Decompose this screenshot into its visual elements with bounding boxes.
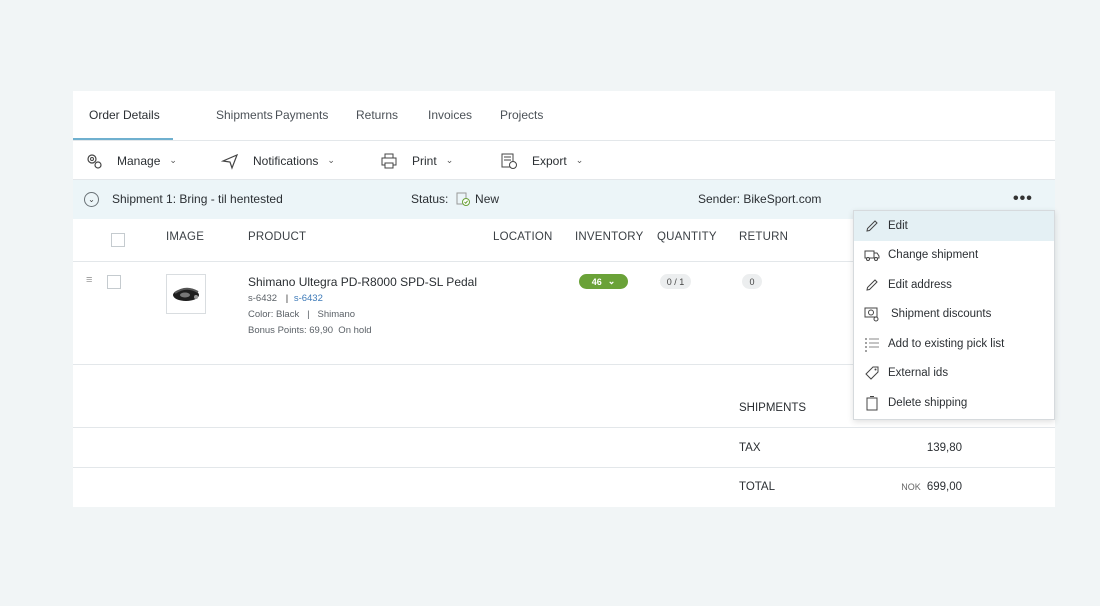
column-product: PRODUCT <box>248 231 307 243</box>
column-location: LOCATION <box>493 231 553 243</box>
currency-label: NOK <box>901 482 921 492</box>
collapse-toggle-icon[interactable]: ⌄ <box>84 192 99 207</box>
export-button[interactable]: Export ⌄ <box>500 141 583 180</box>
chevron-down-icon: ⌄ <box>575 155 584 165</box>
product-image <box>166 274 206 314</box>
summary-tax-row: TAX 139,80 <box>73 428 1055 468</box>
chevron-down-icon: ⌄ <box>607 276 616 286</box>
tab-bar: Order Details Shipments Payments Returns… <box>73 91 1055 141</box>
tab-shipments[interactable]: Shipments <box>216 108 273 122</box>
trash-icon <box>866 396 878 411</box>
menu-item-label: Delete shipping <box>888 397 968 409</box>
more-options-icon[interactable]: ••• <box>1013 190 1033 208</box>
manage-label: Manage <box>117 153 161 168</box>
printer-icon <box>381 153 397 168</box>
tag-icon <box>865 366 879 380</box>
shipment-title: Shipment 1: Bring - til hentested <box>112 192 283 206</box>
shipment-sender: Sender: BikeSport.com <box>698 192 822 206</box>
tab-projects[interactable]: Projects <box>500 108 543 122</box>
menu-item-delete-shipping[interactable]: Delete shipping <box>854 388 1054 418</box>
inventory-badge[interactable]: 46 ⌄ <box>579 274 628 289</box>
tab-invoices[interactable]: Invoices <box>428 108 472 122</box>
menu-item-shipment-discounts[interactable]: Shipment discounts <box>854 299 1054 329</box>
chevron-down-icon: ⌄ <box>445 155 454 165</box>
product-sku-line: s-6432 | s-6432 <box>248 293 323 304</box>
menu-item-label: Edit <box>888 220 908 232</box>
notifications-button[interactable]: Notifications ⌄ <box>221 141 335 180</box>
shipment-status: Status: New <box>411 192 499 206</box>
summary-tax-label: TAX <box>739 442 761 454</box>
summary-total: NOK 699,00 <box>901 481 962 493</box>
product-sku: s-6432 <box>248 293 278 304</box>
gear-icon <box>87 153 102 169</box>
pedal-image <box>173 287 199 301</box>
tab-returns[interactable]: Returns <box>356 108 398 122</box>
menu-item-label: External ids <box>888 367 949 379</box>
return-badge: 0 <box>742 274 762 289</box>
column-image: IMAGE <box>166 231 205 243</box>
pencil-icon <box>866 279 878 291</box>
menu-item-change-shipment[interactable]: Change shipment <box>854 240 1054 270</box>
inventory-value: 46 <box>591 276 602 287</box>
active-tab-indicator <box>73 138 173 140</box>
summary-total-value: 699,00 <box>926 481 962 493</box>
summary-total-label: TOTAL <box>739 481 775 493</box>
notifications-label: Notifications <box>253 153 319 168</box>
chevron-down-icon: ⌄ <box>327 155 335 165</box>
menu-item-edit[interactable]: Edit <box>854 211 1054 241</box>
manage-button[interactable]: Manage ⌄ <box>85 141 177 180</box>
product-name[interactable]: Shimano Ultegra PD-R8000 SPD-SL Pedal <box>248 275 477 289</box>
product-bonus: Bonus Points: 69,90 On hold <box>248 325 372 336</box>
product-sku-link[interactable]: s-6432 <box>294 293 323 304</box>
select-all-checkbox[interactable] <box>111 233 125 247</box>
menu-item-label: Edit address <box>888 279 952 291</box>
column-inventory: INVENTORY <box>575 231 644 243</box>
pencil-icon <box>866 220 878 232</box>
menu-item-label: Shipment discounts <box>891 308 992 320</box>
menu-item-add-to-pick-list[interactable]: Add to existing pick list <box>854 329 1054 359</box>
chevron-down-icon: ⌄ <box>169 155 177 165</box>
summary-tax-value: 139,80 <box>926 442 962 454</box>
product-attributes: Color: Black | Shimano <box>248 309 356 320</box>
menu-item-label: Change shipment <box>888 249 979 261</box>
status-label: Status: <box>411 192 449 206</box>
column-return: RETURN <box>739 231 789 243</box>
summary-total-row: TOTAL NOK 699,00 <box>73 468 1055 507</box>
print-button[interactable]: Print ⌄ <box>380 141 453 180</box>
status-new-icon <box>456 192 470 206</box>
tab-order-details[interactable]: Order Details <box>89 108 160 122</box>
summary-shipments-label: SHIPMENTS <box>739 402 807 414</box>
print-label: Print <box>412 153 437 168</box>
export-icon <box>501 153 517 169</box>
discount-icon <box>864 307 879 322</box>
status-value: New <box>475 192 500 206</box>
truck-icon <box>864 250 880 261</box>
shipment-actions-menu: Edit Change shipment Edit address Shipme… <box>853 210 1055 420</box>
export-label: Export <box>532 153 567 168</box>
column-quantity: QUANTITY <box>657 231 717 243</box>
paper-plane-icon <box>221 153 239 170</box>
menu-item-edit-address[interactable]: Edit address <box>854 270 1054 300</box>
tab-payments[interactable]: Payments <box>275 108 328 122</box>
row-checkbox[interactable] <box>107 275 121 289</box>
quantity-badge: 0 / 1 <box>660 274 691 289</box>
drag-handle-icon[interactable]: ≡ <box>86 274 92 286</box>
menu-item-external-ids[interactable]: External ids <box>854 358 1054 388</box>
menu-item-label: Add to existing pick list <box>888 338 1005 350</box>
list-icon <box>865 338 879 352</box>
toolbar: Manage ⌄ Notifications ⌄ Print ⌄ Export … <box>73 141 1055 180</box>
